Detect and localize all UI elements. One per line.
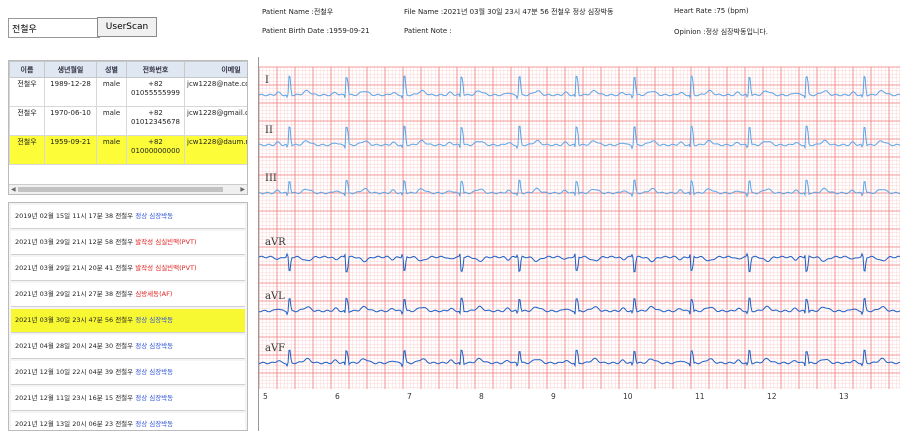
record-list-item[interactable]: 2021년 12월 11일 23시 16분 15 전철우 정상 심장박동: [11, 387, 245, 411]
record-diagnosis: 정상 심장박동: [135, 394, 174, 402]
patient-birth-info: Patient Birth Date :1959-09-21: [262, 27, 370, 35]
ecg-lead-label: aVL: [265, 291, 285, 302]
cell-email: jcw1228@daum.net: [184, 135, 247, 165]
cell-sex: male: [96, 135, 127, 165]
ecg-lead-label: aVR: [265, 237, 286, 248]
record-diagnosis: 정상 심장박동: [135, 420, 174, 428]
record-list-item[interactable]: 2021년 03월 29일 21시 12분 58 전철우 발작성 심실빈맥(PV…: [11, 231, 245, 255]
cell-email: jcw1228@gmail.com: [184, 106, 247, 136]
cell-birth-date: 1970-06-10: [44, 106, 97, 136]
ecg-chart: IIIIIIaVRaVLaVF5 6 7 8 9 10 11 12 13: [258, 57, 900, 431]
record-list-item[interactable]: 2021년 12월 13일 20시 06분 23 전철우 정상 심장박동: [11, 413, 245, 430]
phone-number: 01055555999: [131, 89, 180, 97]
record-diagnosis: 심방세동(AF): [135, 290, 173, 298]
record-list: 2019년 02월 15일 11시 17분 38 전철우 정상 심장박동 2021…: [8, 202, 248, 431]
heart-rate-value: 75 (bpm): [716, 7, 749, 15]
record-timestamp: 2021년 03월 29일 21시 12분 58 전철우: [15, 238, 134, 246]
record-timestamp: 2021년 12월 10일 22시 04분 39 전철우: [15, 368, 134, 376]
patient-note-info: Patient Note :: [404, 27, 452, 35]
header-sex[interactable]: 성별: [96, 61, 127, 78]
search-input[interactable]: [8, 18, 100, 38]
header-birth-date[interactable]: 생년월일: [44, 61, 97, 78]
ecg-lead-label: aVF: [265, 343, 285, 354]
cell-phone: +82 01012345678: [126, 106, 185, 136]
table-horizontal-scrollbar[interactable]: ◀ ▶: [9, 184, 247, 194]
patient-birth-label: Patient Birth Date :: [262, 27, 329, 35]
record-timestamp: 2021년 12월 13일 20시 06분 23 전철우: [15, 420, 134, 428]
ecg-time-tick-label: 5: [263, 392, 268, 401]
user-table-header: 이름 생년월일 성별 전화번호 이메일: [9, 61, 247, 78]
ecg-time-tick-label: 6: [335, 392, 340, 401]
record-diagnosis: 정상 심장박동: [135, 212, 174, 220]
cell-phone: +82 01000000000: [126, 135, 185, 165]
phone-country-code: +82: [148, 138, 163, 146]
ecg-time-tick-label: 12: [767, 392, 777, 401]
heart-rate-label: Heart Rate :: [674, 7, 717, 15]
record-diagnosis: 정상 심장박동: [135, 316, 174, 324]
header-name[interactable]: 이름: [9, 61, 45, 78]
phone-number: 01000000000: [131, 147, 180, 155]
user-table-row[interactable]: 전철우 1959-09-21 male +82 01000000000 jcw1228@d…: [9, 135, 247, 165]
patient-name-value: 전철우: [313, 8, 334, 16]
cell-sex: male: [96, 77, 127, 107]
record-diagnosis: 정상 심장박동: [135, 368, 174, 376]
opinion-info: Opinion :정상 심장박동입니다.: [674, 27, 768, 37]
cell-email: jcw1228@nate.com: [184, 77, 247, 107]
ecg-lead-label: II: [265, 125, 273, 136]
user-table-row[interactable]: 전철우 1970-06-10 male +82 01012345678 jcw1228@g…: [9, 106, 247, 136]
record-diagnosis: 정상 심장박동: [135, 342, 174, 350]
ecg-time-tick-label: 13: [839, 392, 849, 401]
ecg-lead-label: I: [265, 75, 269, 86]
record-diagnosis: 발작성 심실빈맥(PVT): [135, 238, 197, 246]
patient-name-info: Patient Name :전철우: [262, 7, 333, 17]
record-diagnosis: 발작성 심실빈맥(PVT): [135, 264, 197, 272]
ecg-time-tick-label: 11: [695, 392, 705, 401]
ecg-lead-label: III: [265, 173, 277, 184]
cell-name: 전철우: [9, 135, 45, 165]
phone-country-code: +82: [148, 109, 163, 117]
record-list-item[interactable]: 2021년 12월 10일 22시 04분 39 전철우 정상 심장박동: [11, 361, 245, 385]
user-table-panel: 이름 생년월일 성별 전화번호 이메일 전철우 1989-12-28 male +82…: [8, 60, 248, 195]
file-name-label: File Name :: [404, 8, 444, 16]
scroll-left-icon[interactable]: ◀: [11, 185, 16, 194]
user-scan-button[interactable]: UserScan: [97, 17, 157, 37]
cell-birth-date: 1959-09-21: [44, 135, 97, 165]
record-timestamp: 2021년 03월 29일 21시 27분 38 전철우: [15, 290, 134, 298]
file-name-info: File Name :2021년 03월 30일 23시 47분 56 전철우 …: [404, 7, 614, 17]
record-list-item[interactable]: 2021년 04월 28일 20시 24분 30 전철우 정상 심장박동: [11, 335, 245, 359]
record-list-item[interactable]: 2021년 03월 29일 21시 27분 38 전철우 심방세동(AF): [11, 283, 245, 307]
cell-name: 전철우: [9, 77, 45, 107]
patient-name-label: Patient Name :: [262, 8, 314, 16]
record-timestamp: 2021년 04월 28일 20시 24분 30 전철우: [15, 342, 134, 350]
scroll-right-icon[interactable]: ▶: [240, 185, 245, 194]
cell-phone: +82 01055555999: [126, 77, 185, 107]
patient-birth-value: 1959-09-21: [328, 27, 370, 35]
record-timestamp: 2021년 03월 29일 21시 20분 41 전철우: [15, 264, 134, 272]
phone-country-code: +82: [148, 80, 163, 88]
cell-name: 전철우: [9, 106, 45, 136]
opinion-label: Opinion :: [674, 28, 706, 36]
record-list-item[interactable]: 2021년 03월 29일 21시 20분 41 전철우 발작성 심실빈맥(PV…: [11, 257, 245, 281]
ecg-time-tick-label: 9: [551, 392, 556, 401]
user-table: 이름 생년월일 성별 전화번호 이메일 전철우 1989-12-28 male +82…: [9, 61, 247, 165]
header-email[interactable]: 이메일: [184, 61, 247, 78]
record-list-item[interactable]: 2019년 02월 15일 11시 17분 38 전철우 정상 심장박동: [11, 205, 245, 229]
record-timestamp: 2019년 02월 15일 11시 17분 38 전철우: [15, 212, 134, 220]
record-timestamp: 2021년 12월 11일 23시 16분 15 전철우: [15, 394, 134, 402]
scrollbar-thumb[interactable]: [18, 187, 223, 192]
user-table-row[interactable]: 전철우 1989-12-28 male +82 01055555999 jcw1228@n…: [9, 77, 247, 107]
ecg-time-tick-label: 7: [407, 392, 412, 401]
opinion-value: 정상 심장박동입니다.: [705, 28, 769, 36]
cell-sex: male: [96, 106, 127, 136]
heart-rate-info: Heart Rate :75 (bpm): [674, 7, 749, 15]
file-name-value: 2021년 03월 30일 23시 47분 56 전철우 정상 심장박동: [443, 8, 614, 16]
patient-note-label: Patient Note :: [404, 27, 452, 35]
ecg-time-tick-label: 10: [623, 392, 633, 401]
ecg-time-tick-label: 8: [479, 392, 484, 401]
header-phone[interactable]: 전화번호: [126, 61, 185, 78]
record-timestamp: 2021년 03월 30일 23시 47분 56 전철우: [15, 316, 134, 324]
record-list-item[interactable]: 2021년 03월 30일 23시 47분 56 전철우 정상 심장박동: [11, 309, 245, 333]
cell-birth-date: 1989-12-28: [44, 77, 97, 107]
phone-number: 01012345678: [131, 118, 180, 126]
